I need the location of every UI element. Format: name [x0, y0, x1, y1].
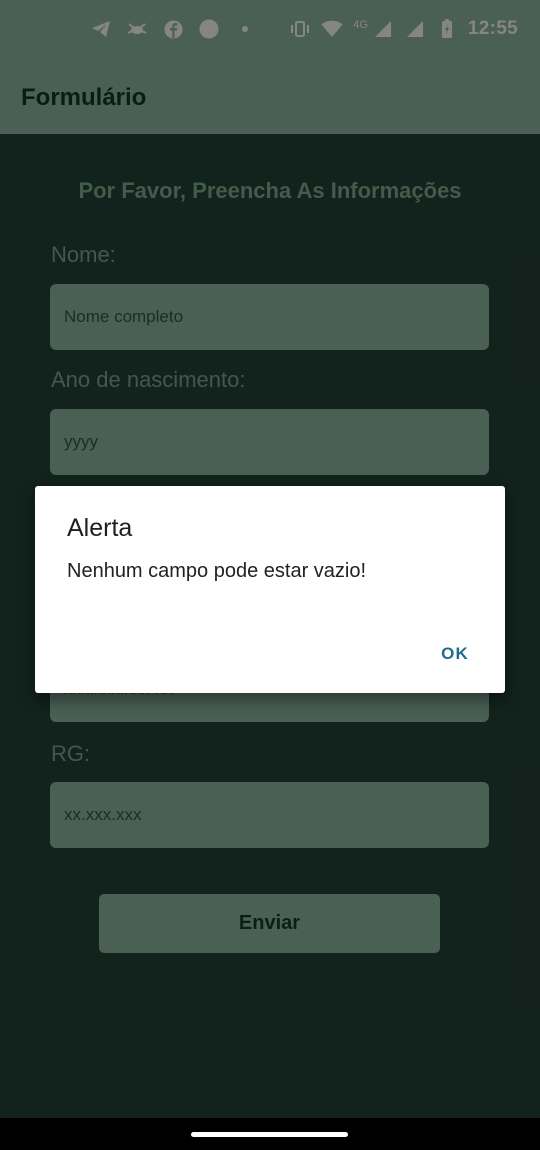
- dialog-title: Alerta: [67, 514, 133, 542]
- ok-button[interactable]: OK: [441, 644, 469, 664]
- navigation-bar: [0, 1118, 540, 1150]
- home-gesture-handle[interactable]: [191, 1132, 348, 1137]
- alert-dialog: Alerta Nenhum campo pode estar vazio! OK: [35, 486, 505, 693]
- dialog-message: Nenhum campo pode estar vazio!: [67, 560, 367, 582]
